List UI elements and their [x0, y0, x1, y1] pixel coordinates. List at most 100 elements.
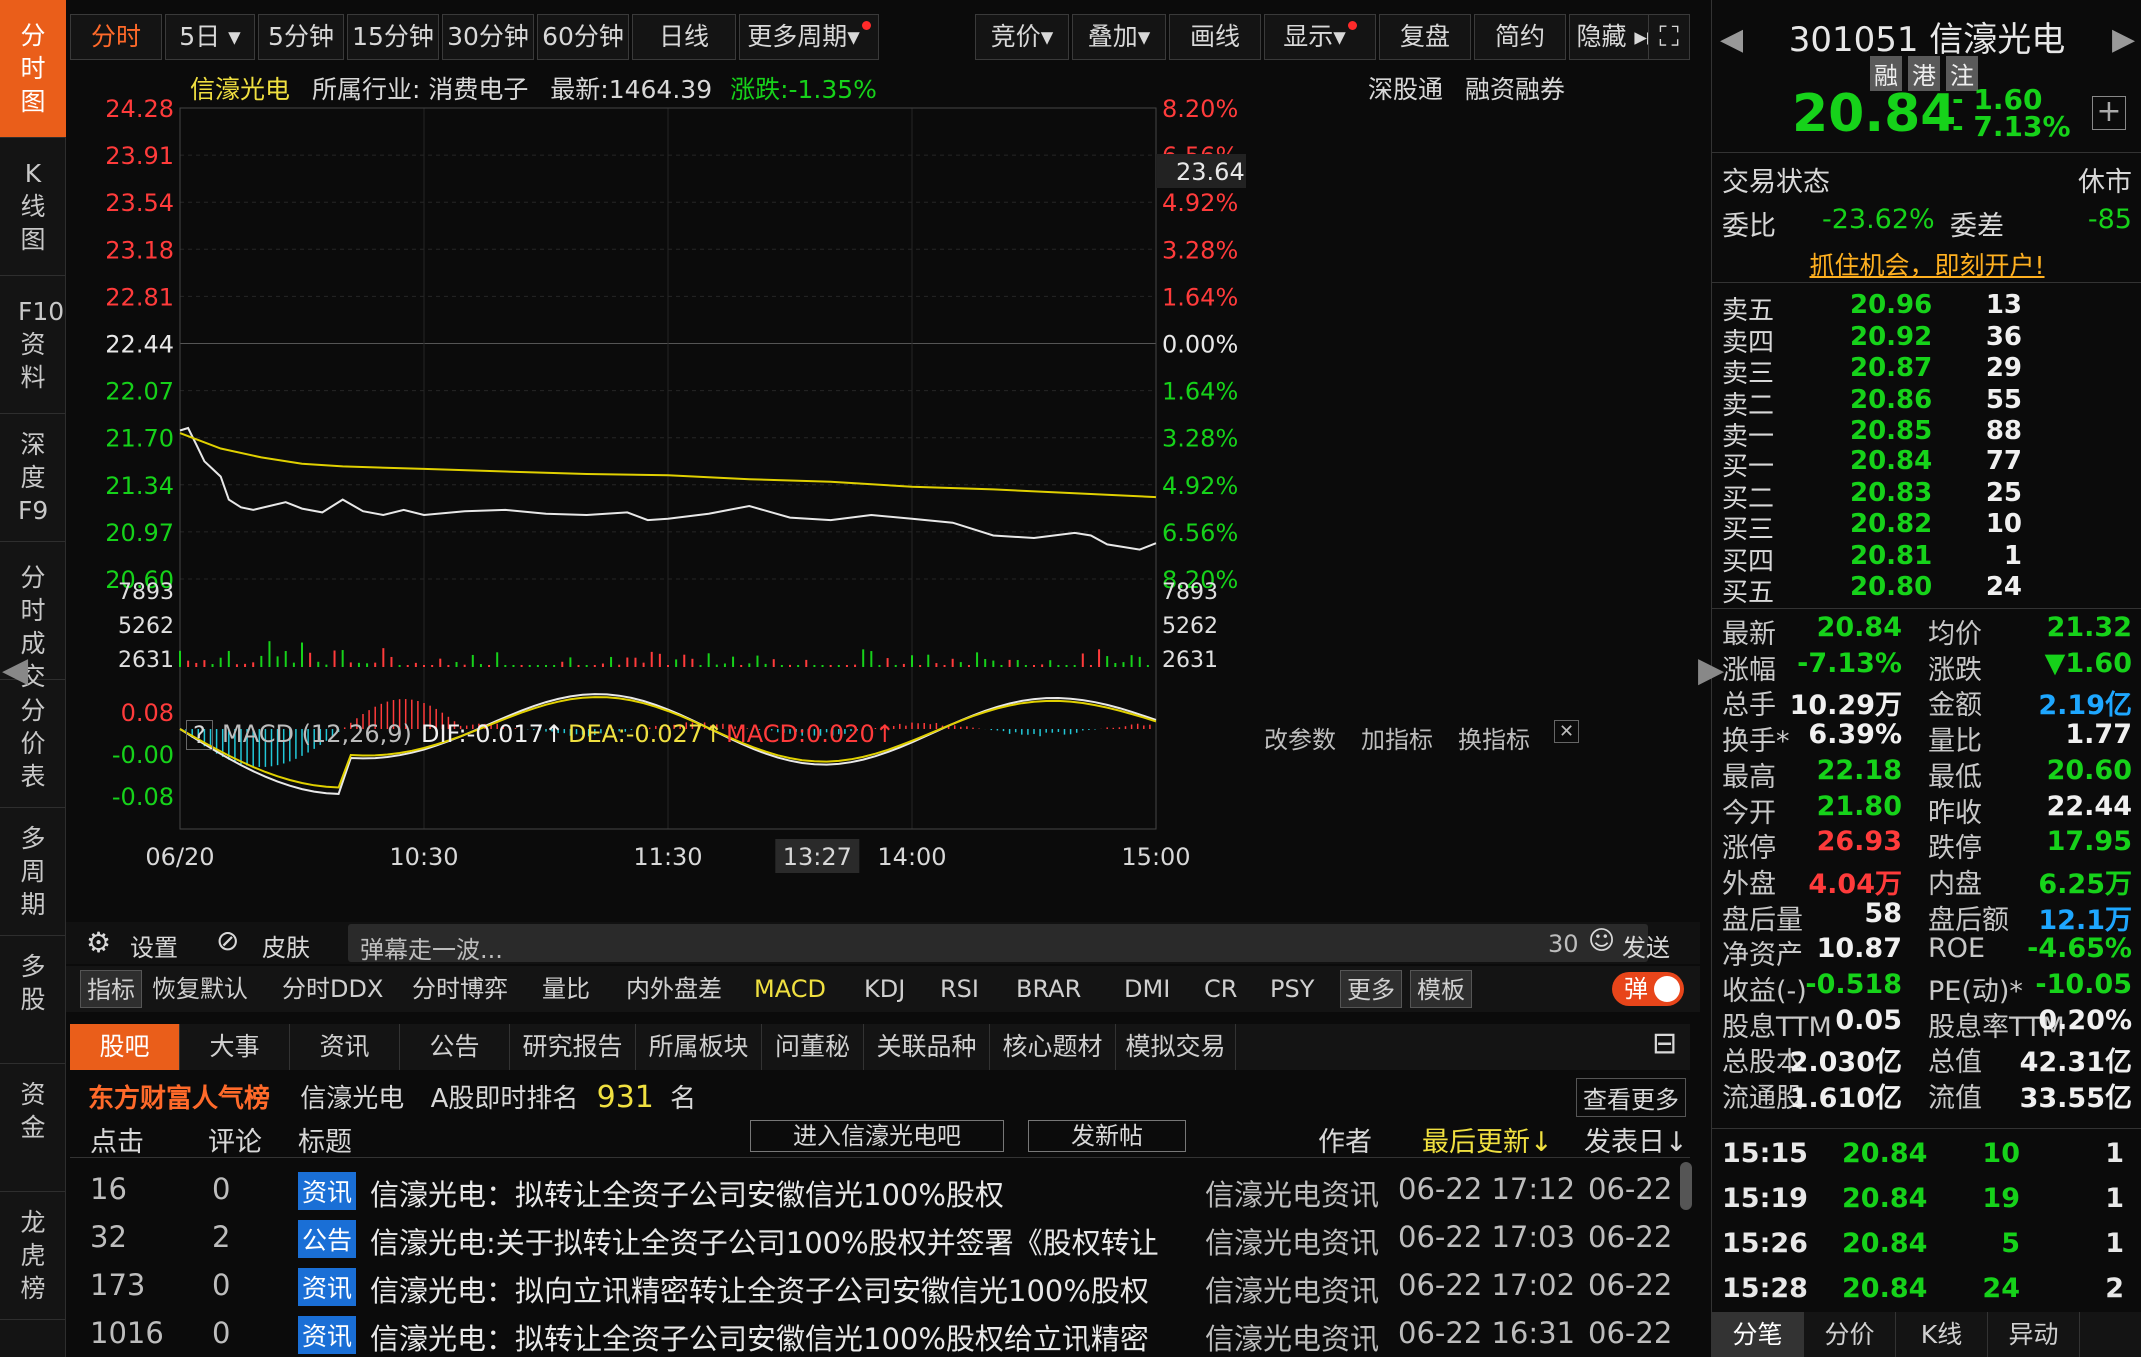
indicator-tab-7[interactable]: KDJ	[858, 970, 911, 1008]
tab-60min[interactable]: 60分钟	[537, 14, 629, 60]
col-comments[interactable]: 评论	[208, 1120, 262, 1159]
bid-level[interactable]: 买四 20.81 1	[1722, 541, 2132, 577]
ask-level[interactable]: 卖一 20.85 88	[1722, 416, 2132, 452]
news-title[interactable]: 信濠光电：拟转让全资子公司安徽信光100%股权给立讯精密	[370, 1316, 1149, 1357]
tab-5day[interactable]: 5日 ▾	[165, 14, 255, 60]
quote-tab-0[interactable]: 分笔	[1712, 1312, 1804, 1357]
news-row[interactable]: 1016 0 资讯 信濠光电：拟转让全资子公司安徽信光100%股权给立讯精密 信濠光电资…	[70, 1312, 1690, 1357]
edit-params-button[interactable]: 改参数	[1264, 720, 1336, 755]
col-published[interactable]: 发表日↓	[1584, 1120, 1688, 1159]
news-tab-7[interactable]: 关联品种	[864, 1024, 990, 1070]
news-tab-9[interactable]: 模拟交易	[1116, 1024, 1236, 1070]
quote-tab-1[interactable]: 分价	[1804, 1312, 1896, 1357]
tab-more-periods[interactable]: 更多周期▾	[739, 14, 879, 60]
bid-level[interactable]: 买一 20.84 77	[1722, 446, 2132, 482]
overlay-button[interactable]: 叠加▾	[1072, 14, 1166, 60]
news-title[interactable]: 信濠光电：拟转让全资子公司安徽信光100%股权	[370, 1172, 1004, 1214]
nav-item-3[interactable]: 深度F9	[0, 414, 66, 542]
simple-button[interactable]: 简约	[1474, 14, 1566, 60]
ask-level[interactable]: 卖三 20.87 29	[1722, 353, 2132, 389]
new-post-button[interactable]: 发新帖	[1028, 1120, 1186, 1152]
news-tab-8[interactable]: 核心题材	[990, 1024, 1116, 1070]
send-button[interactable]: 发送	[1622, 928, 1670, 963]
tab-intraday[interactable]: 分时	[70, 14, 162, 60]
help-icon[interactable]: ?	[186, 720, 213, 750]
news-row[interactable]: 173 0 资讯 信濠光电：拟向立讯精密转让全资子公司安徽信光100%股权 信濠光电资讯…	[70, 1264, 1690, 1310]
collapse-left-icon[interactable]: ◀	[2, 650, 28, 690]
news-tab-2[interactable]: 资讯	[290, 1024, 400, 1070]
col-clicks[interactable]: 点击	[90, 1120, 144, 1159]
tab-daily[interactable]: 日线	[632, 14, 736, 60]
intraday-chart[interactable]: 24.28 23.91 23.54 23.18 22.81 22.44 22.07 21.70…	[66, 96, 1700, 916]
ask-level[interactable]: 卖五 20.96 13	[1722, 290, 2132, 326]
nav-item-0[interactable]: 分时图	[0, 0, 66, 138]
switch-indicator-button[interactable]: 换指标	[1458, 720, 1530, 755]
enter-forum-button[interactable]: 进入信濠光电吧	[750, 1120, 1004, 1152]
collapse-right-icon[interactable]: ▶	[1698, 650, 1724, 690]
indicator-tab-13[interactable]: 更多	[1340, 970, 1402, 1008]
nav-item-7[interactable]: 多股	[0, 936, 66, 1064]
news-tab-6[interactable]: 问董秘	[762, 1024, 864, 1070]
tab-30min[interactable]: 30分钟	[442, 14, 534, 60]
nav-item-8[interactable]: 资金	[0, 1064, 66, 1192]
ask-level[interactable]: 卖二 20.86 55	[1722, 385, 2132, 421]
nav-item-1[interactable]: K线图	[0, 138, 66, 276]
indicator-tab-4[interactable]: 量比	[536, 970, 596, 1008]
indicator-tab-0[interactable]: 指标	[80, 970, 142, 1008]
settings-label[interactable]: 设置	[130, 928, 178, 963]
danmu-toggle[interactable]: 弹	[1612, 972, 1684, 1006]
open-account-link[interactable]: 抓住机会，即刻开户!	[1712, 246, 2141, 282]
skin-label[interactable]: 皮肤	[262, 928, 310, 963]
nav-item-9[interactable]: 龙虎榜	[0, 1192, 66, 1320]
bid-level[interactable]: 买二 20.83 25	[1722, 478, 2132, 514]
news-title[interactable]: 信濠光电：拟向立讯精密转让全资子公司安徽信光100%股权	[370, 1268, 1149, 1310]
replay-button[interactable]: 复盘	[1379, 14, 1471, 60]
emoji-icon[interactable]: ☺	[1588, 926, 1615, 956]
tab-5min[interactable]: 5分钟	[258, 14, 344, 60]
indicator-tab-8[interactable]: RSI	[934, 970, 985, 1008]
tab-15min[interactable]: 15分钟	[347, 14, 439, 60]
display-button[interactable]: 显示▾	[1264, 14, 1376, 60]
news-tab-1[interactable]: 大事	[180, 1024, 290, 1070]
add-indicator-button[interactable]: 加指标	[1361, 720, 1433, 755]
news-title[interactable]: 信濠光电:关于拟转让全资子公司100%股权并签署《股权转让	[370, 1220, 1159, 1262]
indicator-tab-5[interactable]: 内外盘差	[620, 970, 728, 1008]
danmu-placeholder: 弹幕走一波...	[360, 936, 503, 964]
stat-label: 内盘	[1928, 868, 1982, 900]
danmu-input[interactable]: 弹幕走一波... 30 ☺	[348, 924, 1648, 964]
news-tab-5[interactable]: 所属板块	[636, 1024, 762, 1070]
fullscreen-icon[interactable]: ⛶	[1648, 14, 1690, 60]
gear-icon[interactable]: ⚙	[86, 926, 111, 959]
news-scrollbar[interactable]	[1680, 1162, 1692, 1210]
nav-item-6[interactable]: 多周期	[0, 808, 66, 936]
indicator-tab-9[interactable]: BRAR	[1010, 970, 1087, 1008]
news-tab-0[interactable]: 股吧	[70, 1024, 180, 1070]
nav-item-5[interactable]: 分价表	[0, 680, 66, 808]
ask-level[interactable]: 卖四 20.92 36	[1722, 322, 2132, 358]
close-icon[interactable]: ✕	[1554, 720, 1580, 743]
indicator-tab-14[interactable]: 模板	[1410, 970, 1472, 1008]
news-tab-4[interactable]: 研究报告	[510, 1024, 636, 1070]
indicator-tab-1[interactable]: 恢复默认	[146, 970, 254, 1008]
quote-tab-2[interactable]: K线	[1896, 1312, 1988, 1357]
add-watchlist-icon[interactable]: +	[2092, 96, 2126, 130]
nav-item-2[interactable]: F10资料	[0, 276, 66, 414]
indicator-tab-2[interactable]: 分时DDX	[276, 970, 389, 1008]
auction-button[interactable]: 竞价▾	[975, 14, 1069, 60]
indicator-tab-3[interactable]: 分时博弈	[406, 970, 514, 1008]
indicator-tab-6[interactable]: MACD	[748, 970, 832, 1008]
draw-button[interactable]: 画线	[1169, 14, 1261, 60]
bid-level[interactable]: 买三 20.82 10	[1722, 509, 2132, 545]
quote-tab-3[interactable]: 异动	[1988, 1312, 2080, 1357]
col-updated[interactable]: 最后更新↓	[1422, 1120, 1553, 1159]
news-row[interactable]: 16 0 资讯 信濠光电：拟转让全资子公司安徽信光100%股权 信濠光电资讯 06-22 …	[70, 1168, 1690, 1214]
news-tab-3[interactable]: 公告	[400, 1024, 510, 1070]
view-more-button[interactable]: 查看更多	[1576, 1078, 1686, 1117]
skin-icon[interactable]: ⊘	[216, 924, 239, 957]
indicator-tab-10[interactable]: DMI	[1118, 970, 1176, 1008]
indicator-tab-12[interactable]: PSY	[1264, 970, 1320, 1008]
indicator-tab-11[interactable]: CR	[1198, 970, 1243, 1008]
bid-level[interactable]: 买五 20.80 24	[1722, 572, 2132, 608]
minimize-icon[interactable]: ⊟	[1652, 1026, 1677, 1061]
news-row[interactable]: 32 2 公告 信濠光电:关于拟转让全资子公司100%股权并签署《股权转让 信濠光电资讯…	[70, 1216, 1690, 1262]
